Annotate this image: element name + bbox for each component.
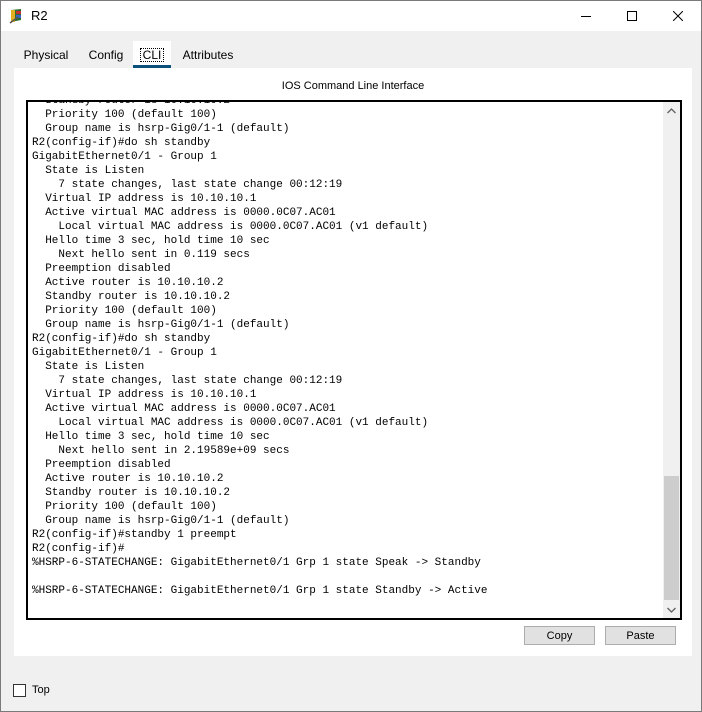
tab-physical[interactable]: Physical [13,41,79,69]
tab-config-label: Config [88,48,124,62]
scroll-down-button[interactable] [663,601,680,618]
console-line: Next hello sent in 2.19589e+09 secs [32,445,290,457]
console-line: Active virtual MAC address is 0000.0C07.… [32,403,336,415]
tab-attributes[interactable]: Attributes [175,41,241,69]
console-line: Local virtual MAC address is 0000.0C07.A… [32,417,429,429]
console-line: GigabitEthernet0/1 - Group 1 [32,151,217,163]
console-line: Group name is hsrp-Gig0/1-1 (default) [32,319,290,331]
maximize-button[interactable] [609,1,655,31]
console-line: Preemption disabled [32,263,171,275]
tab-config[interactable]: Config [83,41,129,69]
maximize-icon [627,11,637,21]
r2-device-window: R2 Physical Config CLI Attributes IOS Co… [0,0,702,712]
close-icon [673,11,683,21]
console-line: Virtual IP address is 10.10.10.1 [32,389,257,401]
tab-cli-label: CLI [139,48,165,62]
cli-console[interactable]: Standby router is 10.10.10.2 Priority 10… [26,100,682,620]
console-line: GigabitEthernet0/1 - Group 1 [32,347,217,359]
console-line: R2(config-if)#do sh standby [32,333,211,345]
console-line: R2(config-if)#do sh standby [32,137,211,149]
console-line: Active router is 10.10.10.2 [32,473,224,485]
top-checkbox[interactable] [13,683,26,697]
chevron-down-icon [667,607,676,613]
copy-button[interactable]: Copy [524,626,595,645]
console-line: Local virtual MAC address is 0000.0C07.A… [32,221,429,233]
console-line: %HSRP-6-STATECHANGE: GigabitEthernet0/1 … [32,585,488,597]
scroll-up-button[interactable] [663,102,680,119]
console-line: Group name is hsrp-Gig0/1-1 (default) [32,123,290,135]
paste-button[interactable]: Paste [605,626,676,645]
minimize-icon [581,16,591,17]
console-line: Preemption disabled [32,459,171,471]
console-line: Active router is 10.10.10.2 [32,277,224,289]
close-button[interactable] [655,1,701,31]
console-line: Next hello sent in 0.119 secs [32,249,250,261]
tab-cli[interactable]: CLI [133,41,171,69]
top-checkbox-label: Top [32,684,50,696]
router-app-icon [9,9,21,24]
tab-attributes-label: Attributes [182,48,234,62]
console-line: State is Listen [32,361,145,373]
cli-panel: IOS Command Line Interface Standby route… [14,68,692,656]
tab-physical-label: Physical [23,48,69,62]
console-line: Priority 100 (default 100) [32,305,217,317]
console-line: Priority 100 (default 100) [32,109,217,121]
console-line: Group name is hsrp-Gig0/1-1 (default) [32,515,290,527]
console-line: Hello time 3 sec, hold time 10 sec [32,431,270,443]
console-line: Hello time 3 sec, hold time 10 sec [32,235,270,247]
console-line: Standby router is 10.10.10.2 [32,100,231,107]
console-output[interactable]: Standby router is 10.10.10.2 Priority 10… [32,100,660,598]
vertical-scrollbar[interactable] [663,102,680,618]
console-line: R2(config-if)#standby 1 preempt [32,529,237,541]
top-option[interactable]: Top [13,682,50,698]
console-line: Standby router is 10.10.10.2 [32,291,231,303]
console-line: State is Listen [32,165,145,177]
console-line: 7 state changes, last state change 00:12… [32,179,343,191]
console-line: Standby router is 10.10.10.2 [32,487,231,499]
title-bar[interactable]: R2 [1,1,701,31]
console-line: R2(config-if)# [32,543,125,555]
scrollbar-thumb[interactable] [664,476,679,600]
chevron-up-icon [667,107,676,113]
cli-panel-title: IOS Command Line Interface [281,80,425,92]
console-line: Priority 100 (default 100) [32,501,217,513]
console-line: Active virtual MAC address is 0000.0C07.… [32,207,336,219]
window-title: R2 [31,8,48,23]
console-line: 7 state changes, last state change 00:12… [32,375,343,387]
console-line: %HSRP-6-STATECHANGE: GigabitEthernet0/1 … [32,557,481,569]
minimize-button[interactable] [563,1,609,31]
console-line: Virtual IP address is 10.10.10.1 [32,193,257,205]
